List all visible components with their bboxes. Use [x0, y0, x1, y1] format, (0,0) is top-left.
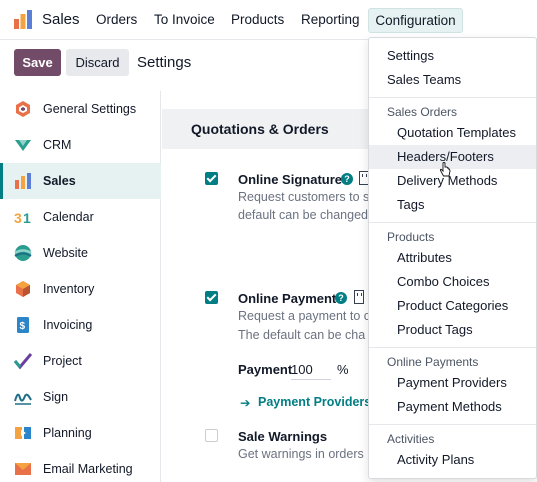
nav-products[interactable]: Products [231, 12, 284, 27]
sidebar-item-calendar[interactable]: 3 1 Calendar [0, 199, 161, 235]
help-icon[interactable]: ? [341, 173, 353, 185]
menu-item-attributes[interactable]: Attributes [369, 246, 536, 270]
payment-providers-link[interactable]: Payment Providers [258, 395, 371, 409]
app-name[interactable]: Sales [42, 11, 80, 28]
online-signature-desc: Request customers to s [238, 190, 370, 204]
menu-group-online-payments: Online Payments [387, 355, 479, 369]
menu-item-payment-providers[interactable]: Payment Providers [369, 371, 536, 395]
menu-item-sales-teams[interactable]: Sales Teams [369, 68, 536, 92]
sidebar-item-sales[interactable]: Sales [0, 163, 161, 199]
sidebar-item-label: Inventory [43, 282, 95, 296]
sidebar-item-inventory[interactable]: Inventory [0, 271, 161, 307]
online-signature-checkbox[interactable] [205, 172, 218, 185]
sales-icon [15, 173, 31, 189]
online-payment-checkbox[interactable] [205, 291, 218, 304]
sale-warnings-checkbox[interactable] [205, 429, 218, 442]
sidebar-item-invoicing[interactable]: $ Invoicing [0, 307, 161, 343]
general-settings-icon [16, 101, 30, 117]
online-payment-desc-2: The default can be cha [238, 328, 366, 342]
sign-icon [14, 393, 32, 405]
sidebar-item-website[interactable]: Website [0, 235, 161, 271]
menu-group-products: Products [387, 230, 435, 244]
sidebar-item-label: Project [43, 354, 82, 368]
company-icon [354, 290, 364, 304]
sidebar-item-label: CRM [43, 138, 72, 152]
hand-cursor-icon [439, 162, 451, 177]
menu-group-sales-orders: Sales Orders [387, 105, 458, 119]
sidebar-item-label: General Settings [43, 102, 137, 116]
menu-item-combo-choices[interactable]: Combo Choices [369, 270, 536, 294]
breadcrumb: Settings [137, 54, 192, 71]
sidebar-item-label: Invoicing [43, 318, 93, 332]
email-marketing-icon [15, 463, 31, 475]
sidebar-item-email-marketing[interactable]: Email Marketing [0, 451, 161, 482]
inventory-icon [16, 281, 30, 297]
online-payment-desc: Request a payment to c [238, 309, 371, 323]
menu-divider [369, 222, 536, 223]
planning-icon [15, 427, 31, 439]
sidebar-item-sign[interactable]: Sign [0, 379, 161, 415]
online-payment-title: Online Payment [238, 291, 337, 306]
menu-divider [369, 97, 536, 98]
payment-label: Payment [238, 362, 293, 377]
menu-item-headers-footers[interactable]: Headers/Footers [369, 145, 536, 169]
discard-button[interactable]: Discard [66, 49, 129, 76]
nav-to-invoice[interactable]: To Invoice [154, 12, 215, 27]
top-navbar: Sales Orders To Invoice Products Reporti… [0, 0, 537, 40]
crm-icon [15, 140, 31, 151]
svg-text:3: 3 [14, 210, 22, 226]
configuration-dropdown: Settings Sales Teams Sales Orders Quotat… [368, 37, 537, 479]
sidebar-item-label: Calendar [43, 210, 94, 224]
payment-percent-input[interactable]: 100 [291, 362, 331, 380]
menu-divider [369, 347, 536, 348]
menu-divider [369, 424, 536, 425]
nav-configuration[interactable]: Configuration [368, 8, 463, 33]
arrow-right-icon: ➔ [240, 396, 251, 410]
percent-unit: % [337, 362, 349, 377]
sidebar-item-project[interactable]: Project [0, 343, 161, 379]
menu-item-tags[interactable]: Tags [369, 193, 536, 217]
help-icon[interactable]: ? [335, 292, 347, 304]
sidebar-item-label: Planning [43, 426, 92, 440]
sidebar-item-general-settings[interactable]: General Settings [0, 91, 161, 127]
sidebar-item-crm[interactable]: CRM [0, 127, 161, 163]
sidebar-item-label: Sales [43, 174, 76, 188]
menu-item-delivery-methods[interactable]: Delivery Methods [369, 169, 536, 193]
nav-reporting[interactable]: Reporting [301, 12, 360, 27]
online-signature-desc-2: default can be changed [238, 208, 368, 222]
sidebar-item-label: Email Marketing [43, 462, 133, 476]
menu-item-quotation-templates[interactable]: Quotation Templates [369, 121, 536, 145]
nav-orders[interactable]: Orders [96, 12, 137, 27]
sidebar-item-planning[interactable]: Planning [0, 415, 161, 451]
sale-warnings-title: Sale Warnings [238, 429, 328, 444]
menu-item-payment-methods[interactable]: Payment Methods [369, 395, 536, 419]
sidebar-item-label: Website [43, 246, 88, 260]
menu-group-activities: Activities [387, 432, 435, 446]
online-signature-title: Online Signature [238, 172, 343, 187]
svg-text:1: 1 [23, 210, 31, 226]
svg-text:$: $ [20, 321, 26, 332]
sidebar-item-label: Sign [43, 390, 69, 404]
menu-item-product-tags[interactable]: Product Tags [369, 318, 536, 342]
calendar-icon: 3 1 [14, 210, 31, 226]
menu-item-activity-plans[interactable]: Activity Plans [369, 448, 536, 472]
settings-sidebar: General Settings CRM Sales 3 1 Calendar … [0, 91, 161, 482]
website-icon [14, 245, 32, 261]
invoicing-icon: $ [17, 317, 29, 333]
project-icon [14, 353, 32, 370]
sales-app-icon[interactable] [12, 9, 34, 31]
menu-item-product-categories[interactable]: Product Categories [369, 294, 536, 318]
menu-item-settings[interactable]: Settings [369, 44, 536, 68]
save-button[interactable]: Save [14, 49, 61, 76]
section-title: Quotations & Orders [191, 121, 329, 137]
sale-warnings-desc: Get warnings in orders [238, 447, 364, 461]
